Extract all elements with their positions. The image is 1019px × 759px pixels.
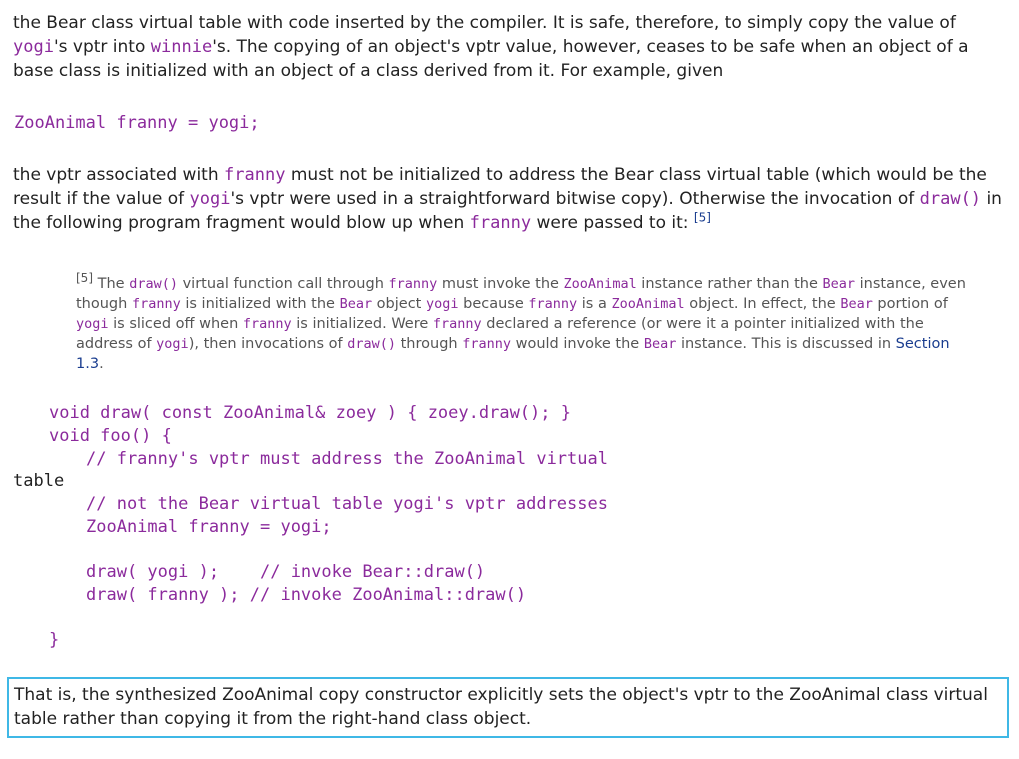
highlighted-passage: That is, the synthesized ZooAnimal copy … xyxy=(7,677,1009,738)
inline-code: ZooAnimal xyxy=(611,296,685,312)
inline-code: yogi xyxy=(13,37,54,57)
code-line: void draw( const ZooAnimal& zoey ) { zoe… xyxy=(49,403,571,423)
text: would invoke the xyxy=(510,336,644,352)
footnote-mark: [5] xyxy=(76,271,93,286)
inline-code: franny xyxy=(224,165,286,185)
text: ), then invocations of xyxy=(188,336,348,352)
text: is a xyxy=(577,296,612,312)
highlighted-text: That is, the synthesized ZooAnimal copy … xyxy=(14,685,988,729)
text: object. In effect, the xyxy=(684,296,841,312)
code-line: draw( yogi ); // invoke Bear::draw() xyxy=(86,562,486,582)
text: 's vptr into xyxy=(53,37,151,57)
inline-code: draw() xyxy=(347,336,396,352)
text: the Bear class virtual table with code i… xyxy=(13,13,956,33)
code-line: // not the Bear virtual table yogi's vpt… xyxy=(86,494,608,514)
text: the vptr associated with xyxy=(13,165,225,185)
code-line: void foo() { xyxy=(49,426,172,446)
text: object xyxy=(372,296,426,312)
code-line: } xyxy=(49,630,60,650)
text: portion of xyxy=(872,296,948,312)
inline-code: draw() xyxy=(129,276,178,292)
inline-code: Bear xyxy=(822,276,856,292)
inline-code: franny xyxy=(131,296,181,312)
inline-code: yogi xyxy=(156,336,189,352)
inline-code: franny xyxy=(528,296,578,312)
text: . xyxy=(99,356,104,372)
text: is initialized. Were xyxy=(291,316,433,332)
inline-code: ZooAnimal xyxy=(563,276,637,292)
code-line: draw( franny ); // invoke ZooAnimal::dra… xyxy=(86,585,527,605)
inline-code: Bear xyxy=(339,296,373,312)
text: The xyxy=(93,276,130,292)
text: must invoke the xyxy=(437,276,564,292)
footnote: [5] The draw() virtual function call thr… xyxy=(76,271,976,374)
code-example-franny: ZooAnimal franny = yogi; xyxy=(14,113,260,133)
text: 's vptr were used in a straightforward b… xyxy=(230,189,920,209)
inline-code: yogi xyxy=(76,316,109,332)
code-line: // franny's vptr must address the ZooAni… xyxy=(86,449,608,469)
text: because xyxy=(458,296,529,312)
inline-code: Bear xyxy=(643,336,677,352)
inline-code: yogi xyxy=(189,189,231,209)
footnote-link[interactable]: [5] xyxy=(694,210,711,224)
text: instance rather than the xyxy=(636,276,823,292)
code-line: table xyxy=(13,471,65,491)
inline-code: Bear xyxy=(840,296,873,312)
inline-code: franny xyxy=(242,316,292,332)
paragraph-vptr: the vptr associated with franny must not… xyxy=(13,163,1013,235)
text: instance. This is discussed in xyxy=(676,336,896,352)
code-line: ZooAnimal franny = yogi; xyxy=(86,517,332,537)
inline-code: draw() xyxy=(919,189,982,209)
text: virtual function call through xyxy=(177,276,389,292)
inline-code: franny xyxy=(462,336,511,352)
text: is sliced off when xyxy=(108,316,243,332)
inline-code: yogi xyxy=(425,296,459,312)
text: were passed to it: xyxy=(531,213,694,233)
text: through xyxy=(396,336,463,352)
text: is initialized with the xyxy=(180,296,340,312)
inline-code: franny xyxy=(469,213,532,233)
inline-code: franny xyxy=(388,276,438,292)
inline-code: winnie xyxy=(150,37,213,57)
inline-code: franny xyxy=(432,316,482,332)
paragraph-intro: the Bear class virtual table with code i… xyxy=(13,11,1013,83)
